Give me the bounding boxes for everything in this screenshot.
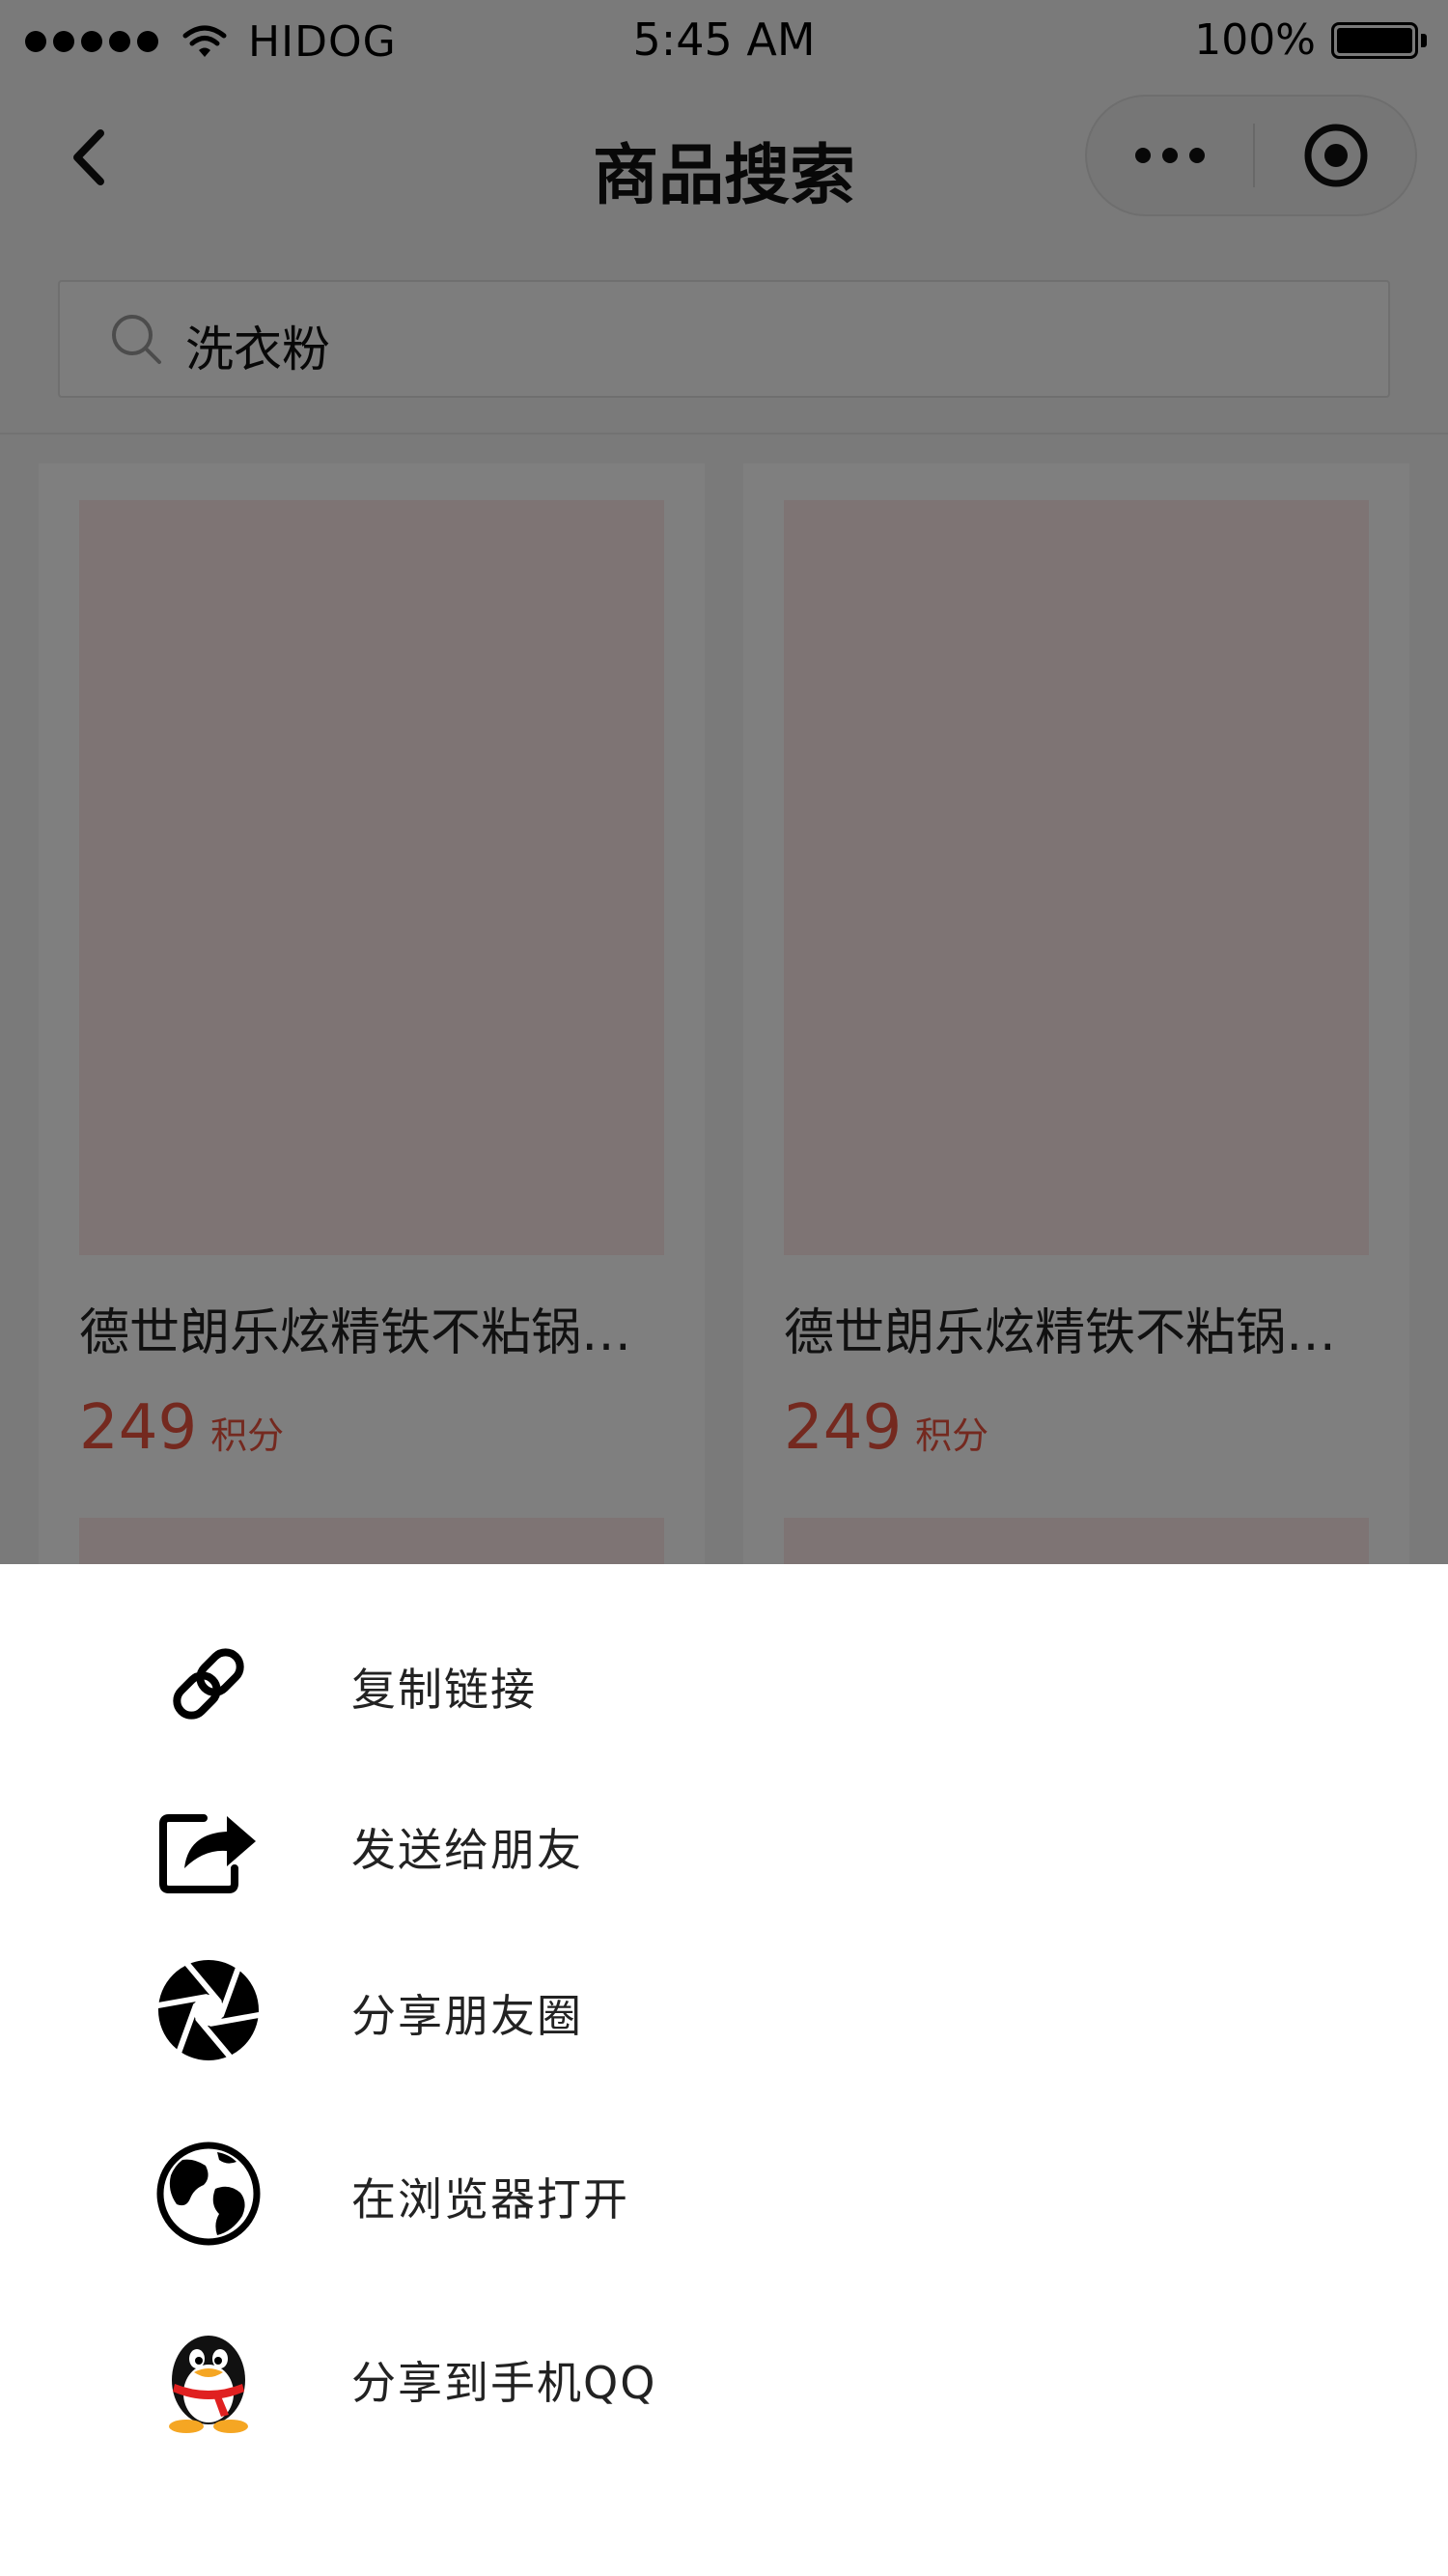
sheet-item-share-qq[interactable]: 分享到手机QQ xyxy=(0,2296,1448,2450)
globe-icon xyxy=(154,2140,263,2248)
sheet-item-moments[interactable]: 分享朋友圈 xyxy=(0,1929,1448,2084)
share-action-sheet: 复制链接 发送给朋友 分享朋友圈 在浏览器打开 分享到手机QQ xyxy=(0,1564,1448,2576)
sheet-item-label: 复制链接 xyxy=(351,1664,537,1716)
modal-overlay[interactable] xyxy=(0,0,1448,1564)
aperture-moments-icon xyxy=(154,1956,263,2064)
sheet-item-label: 在浏览器打开 xyxy=(351,2173,629,2226)
share-forward-icon xyxy=(154,1790,263,1898)
sheet-item-open-in-browser[interactable]: 在浏览器打开 xyxy=(0,2113,1448,2267)
sheet-item-label: 分享朋友圈 xyxy=(351,1990,583,2042)
qq-penguin-icon xyxy=(154,2323,263,2433)
sheet-item-copy-link[interactable]: 复制链接 xyxy=(0,1603,1448,1757)
sheet-item-send-to-friend[interactable]: 发送给朋友 xyxy=(0,1763,1448,1918)
sheet-item-label: 发送给朋友 xyxy=(351,1824,583,1876)
link-icon xyxy=(154,1630,263,1738)
sheet-item-label: 分享到手机QQ xyxy=(351,2357,657,2409)
